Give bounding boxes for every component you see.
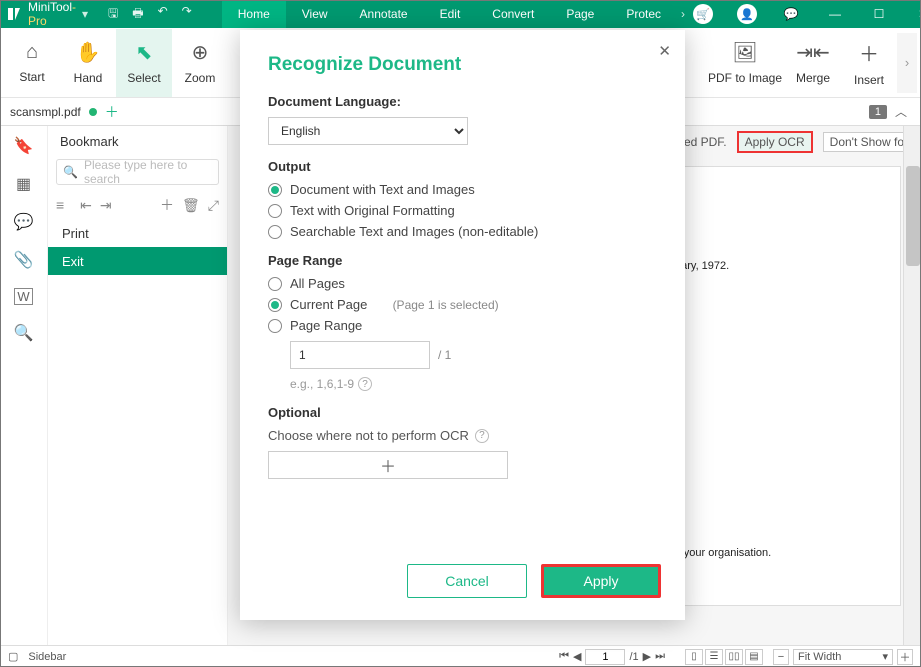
zoom-select[interactable]: Fit Width▾ [793,649,893,665]
menu-edit[interactable]: Edit [424,0,477,28]
page-input[interactable] [585,649,625,665]
optional-sub-label: Choose where not to perform OCR? [268,428,657,443]
vertical-scrollbar[interactable] [903,126,921,645]
optional-label: Optional [268,405,657,420]
start-tool[interactable]: ⌂Start [4,29,60,97]
collapse-ribbon-icon[interactable]: ︿ [891,103,911,120]
indent-right-icon[interactable]: ⇥ [100,197,112,214]
prev-page-icon[interactable]: ◀ [573,650,581,663]
pr-current[interactable]: Current Page (Page 1 is selected) [268,297,657,312]
print-icon[interactable]: 🖶 [132,4,143,25]
pdf-to-image-tool[interactable]: 🖼PDF to Image [705,29,785,97]
bookmark-item-print[interactable]: Print [48,219,227,247]
add-bookmark-icon[interactable]: ＋ [160,195,174,215]
output-label: Output [268,159,657,174]
search-icon[interactable]: 🔍 [14,323,34,343]
menu-page[interactable]: Page [550,0,610,28]
minimize-button[interactable]: ― [817,0,853,28]
select-tool[interactable]: ⬉Select [116,29,172,97]
close-icon[interactable]: ✕ [658,42,671,60]
zoom-in-icon[interactable]: ＋ [897,649,913,665]
pr-range[interactable]: Page Range [268,318,657,333]
page-navigator: ⏮ ◀ /1 ▶ ⏭ [559,649,665,665]
indent-left-icon[interactable]: ⇤ [80,197,92,214]
language-select[interactable]: English [268,117,468,145]
sidebar-icon-strip: 🔖 ▦ 💬 📎 W 🔍 [0,126,48,645]
help-icon[interactable]: ? [358,377,372,391]
menu-view[interactable]: View [286,0,344,28]
bookmark-icon[interactable]: 🔖 [14,136,34,156]
help-icon[interactable]: ? [475,429,489,443]
document-tab[interactable]: scansmpl.pdf ＋ [10,102,119,122]
ocr-banner: ned PDF. Apply OCR Don't Show fo [677,126,911,158]
sidebar-label[interactable]: Sidebar [28,651,66,663]
menu-home[interactable]: Home [222,0,286,28]
apply-button[interactable]: Apply [541,564,661,598]
single-page-icon[interactable]: ▯ [685,649,703,665]
search-icon: 🔍 [63,165,78,179]
bookmark-toolbar: ≡ ⇤ ⇥ ＋ 🗑 ⤢ [48,191,227,219]
last-page-icon[interactable]: ⏭ [655,650,665,663]
comments-icon[interactable]: 💬 [14,212,34,232]
hand-tool[interactable]: ✋Hand [60,29,116,97]
bookmark-search-input[interactable]: 🔍 Please type here to search [56,159,219,185]
page-count-badge: 1 [869,105,887,119]
word-icon[interactable]: W [14,288,32,305]
attachments-icon[interactable]: 📎 [14,250,34,270]
output-option-searchable[interactable]: Searchable Text and Images (non-editable… [268,224,657,239]
menu-convert[interactable]: Convert [476,0,550,28]
undo-icon[interactable]: ↶ [158,4,168,25]
bookmark-item-exit[interactable]: Exit [48,247,227,275]
unsaved-dot-icon [89,108,97,116]
page-range-example: e.g., 1,6,1-9? [290,377,657,391]
insert-tool[interactable]: ＋Insert [841,29,897,97]
add-exclusion-button[interactable]: ＋ [268,451,508,479]
output-option-text[interactable]: Text with Original Formatting [268,203,657,218]
thumbnails-icon[interactable]: ▦ [16,174,31,194]
apply-ocr-button[interactable]: Apply OCR [737,131,813,153]
quick-access-toolbar: 🖫 🖶 ↶ ↷ [108,4,192,25]
first-page-icon[interactable]: ⏮ [559,650,569,663]
page-range-label: Page Range [268,253,657,268]
book-icon[interactable]: ▤ [745,649,763,665]
ribbon-scroll-right[interactable]: › [897,33,917,93]
dialog-title: Recognize Document [268,54,657,76]
list-icon[interactable]: ≡ [56,197,64,213]
view-mode-buttons: ▯ ☰ ▯▯ ▤ [685,649,763,665]
status-bar: ▢ Sidebar ⏮ ◀ /1 ▶ ⏭ ▯ ☰ ▯▯ ▤ − Fit Widt… [0,645,921,667]
delete-bookmark-icon[interactable]: 🗑 [182,197,200,214]
sidebar-toggle-icon[interactable]: ▢ [8,650,18,663]
account-icon[interactable]: 👤 [729,0,765,28]
language-label: Document Language: [268,94,657,109]
chat-icon[interactable]: 💬 [773,0,809,28]
zoom-controls: − Fit Width▾ ＋ [773,649,913,665]
recognize-document-dialog: ✕ Recognize Document Document Language: … [240,30,685,620]
menu-annotate[interactable]: Annotate [344,0,424,28]
cancel-button[interactable]: Cancel [407,564,527,598]
dont-show-button[interactable]: Don't Show fo [823,132,911,152]
maximize-button[interactable]: ☐ [861,0,897,28]
app-logo-icon [6,4,22,24]
zoom-out-icon[interactable]: − [773,649,789,665]
close-window-button[interactable]: ✕ [905,0,921,28]
redo-icon[interactable]: ↷ [182,4,192,25]
pr-all[interactable]: All Pages [268,276,657,291]
next-page-icon[interactable]: ▶ [643,650,651,663]
merge-tool[interactable]: ⇥⇤Merge [785,29,841,97]
bookmark-panel-title: Bookmark [48,126,227,157]
title-bar: MiniTool-Pro ▾ 🖫 🖶 ↶ ↷ HomeViewAnnotateE… [0,0,921,28]
page-range-input[interactable] [290,341,430,369]
app-name: MiniTool-Pro [28,0,76,28]
zoom-tool[interactable]: ⊕Zoom [172,29,228,97]
main-menu: HomeViewAnnotateEditConvertPageProtec [222,0,677,28]
two-page-icon[interactable]: ▯▯ [725,649,743,665]
save-icon[interactable]: 🖫 [108,4,118,25]
menu-protec[interactable]: Protec [610,0,677,28]
add-tab-icon[interactable]: ＋ [105,102,119,122]
output-option-doc[interactable]: Document with Text and Images [268,182,657,197]
bookmark-panel: Bookmark 🔍 Please type here to search ≡ … [48,126,228,645]
continuous-icon[interactable]: ☰ [705,649,723,665]
bookmark-options-icon[interactable]: ⤢ [208,197,219,214]
cart-icon[interactable]: 🛒 [685,0,721,28]
